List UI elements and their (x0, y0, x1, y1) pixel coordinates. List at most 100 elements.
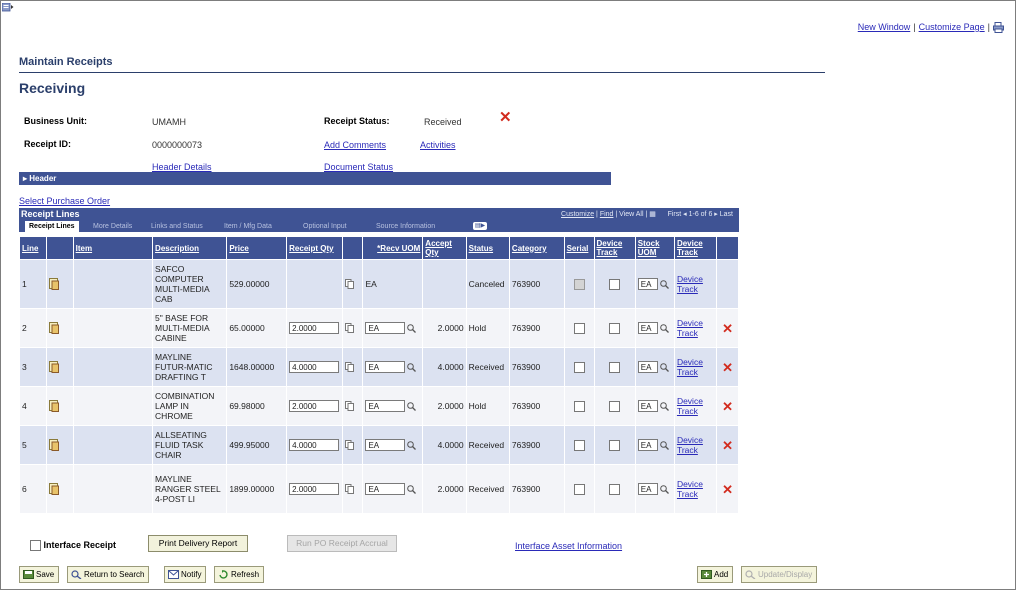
document-icon[interactable] (48, 322, 59, 334)
customize-grid-link[interactable]: Customize (561, 211, 594, 218)
recv-uom-input[interactable]: EA (365, 439, 406, 451)
serial-checkbox[interactable] (573, 322, 585, 334)
receipt-qty-input[interactable]: 2.0000 (289, 483, 340, 495)
print-delivery-report-button[interactable]: Print Delivery Report (148, 535, 248, 552)
serial-checkbox[interactable] (573, 439, 585, 451)
device-track-link[interactable]: Device Track (677, 479, 703, 499)
col-serial[interactable]: Serial (563, 236, 595, 260)
serial-checkbox[interactable] (573, 400, 585, 412)
refresh-button[interactable]: Refresh (214, 566, 265, 583)
copy-icon[interactable] (344, 401, 354, 412)
copy-icon[interactable] (344, 279, 354, 290)
add-comments-link[interactable]: Add Comments (324, 140, 386, 150)
next-icon[interactable]: ▸ (714, 211, 718, 218)
stock-uom-input[interactable]: EA (637, 278, 658, 290)
receipt-qty-input[interactable]: 4.0000 (289, 439, 340, 451)
tab-optional-input[interactable]: Optional Input (299, 221, 351, 232)
document-status-link[interactable]: Document Status (324, 162, 393, 172)
copy-icon[interactable] (344, 440, 354, 451)
recv-uom-lookup-icon[interactable] (405, 361, 417, 372)
receipt-qty-input[interactable]: 4.0000 (289, 361, 340, 373)
col-item[interactable]: Item (72, 236, 154, 260)
device-track-link[interactable]: Device Track (677, 318, 703, 338)
device-track-link[interactable]: Device Track (677, 435, 703, 455)
run-po-receipt-accrual-button[interactable]: Run PO Receipt Accrual (287, 535, 397, 552)
stock-uom-lookup-icon[interactable] (658, 483, 669, 494)
device-track-checkbox[interactable] (609, 439, 621, 451)
delete-row-icon[interactable]: ✕ (722, 321, 733, 336)
save-button[interactable]: Save (19, 566, 60, 583)
device-track-link[interactable]: Device Track (677, 274, 703, 294)
col-recv-uom[interactable]: *Recv UOM (362, 236, 424, 260)
tab-more-details[interactable]: More Details (89, 221, 136, 232)
recv-uom-lookup-icon[interactable] (405, 439, 417, 450)
device-track-checkbox[interactable] (609, 361, 621, 373)
view-all-link[interactable]: View All (619, 211, 643, 218)
delete-row-icon[interactable]: ✕ (722, 482, 733, 497)
col-stock-uom[interactable]: Stock UOM (634, 236, 675, 260)
recv-uom-lookup-icon[interactable] (405, 322, 417, 333)
menu-toggle-icon[interactable] (2, 3, 14, 12)
delete-row-icon[interactable]: ✕ (722, 438, 733, 453)
stock-uom-input[interactable]: EA (637, 400, 658, 412)
header-section-bar[interactable]: ▸ Header (19, 172, 611, 185)
select-purchase-order-link[interactable]: Select Purchase Order (19, 196, 110, 206)
stock-uom-input[interactable]: EA (637, 439, 658, 451)
find-link[interactable]: Find (600, 211, 614, 218)
stock-uom-input[interactable]: EA (637, 322, 658, 334)
document-icon[interactable] (48, 278, 59, 290)
recv-uom-input[interactable]: EA (365, 400, 406, 412)
stock-uom-lookup-icon[interactable] (658, 278, 669, 289)
device-track-checkbox[interactable] (609, 483, 621, 495)
recv-uom-input[interactable]: EA (365, 322, 406, 334)
update-display-button[interactable]: Update/Display (741, 566, 818, 583)
print-icon[interactable] (993, 22, 1004, 34)
recv-uom-input[interactable]: EA (365, 483, 406, 495)
col-price[interactable]: Price (226, 236, 288, 260)
activities-link[interactable]: Activities (420, 140, 456, 150)
recv-uom-lookup-icon[interactable] (405, 483, 417, 494)
delete-row-icon[interactable]: ✕ (722, 399, 733, 414)
tab-receipt-lines[interactable]: Receipt Lines (25, 221, 79, 232)
col-status[interactable]: Status (465, 236, 510, 260)
add-button[interactable]: Add (697, 566, 734, 583)
tab-item-mfg-data[interactable]: Item / Mfg Data (220, 221, 276, 232)
header-details-link[interactable]: Header Details (152, 162, 212, 172)
download-icon[interactable]: ▦ (649, 211, 656, 218)
receipt-qty-input[interactable]: 2.0000 (289, 400, 340, 412)
document-icon[interactable] (48, 400, 59, 412)
tab-links-and-status[interactable]: Links and Status (147, 221, 207, 232)
cancel-receipt-icon[interactable]: ✕ (499, 110, 512, 125)
stock-uom-lookup-icon[interactable] (658, 400, 669, 411)
new-window-link[interactable]: New Window (858, 22, 911, 32)
stock-uom-input[interactable]: EA (637, 483, 658, 495)
col-device-track[interactable]: Device Track (593, 236, 636, 260)
col-line[interactable]: Line (19, 236, 47, 260)
device-track-link[interactable]: Device Track (677, 357, 703, 377)
device-track-checkbox[interactable] (609, 322, 621, 334)
customize-page-link[interactable]: Customize Page (919, 22, 985, 32)
copy-icon[interactable] (344, 362, 354, 373)
recv-uom-input[interactable]: EA (365, 361, 406, 373)
return-to-search-button[interactable]: Return to Search (67, 566, 150, 583)
interface-receipt-checkbox[interactable] (30, 540, 41, 552)
stock-uom-lookup-icon[interactable] (658, 361, 669, 372)
device-track-link[interactable]: Device Track (677, 396, 703, 416)
tab-source-information[interactable]: Source Information (372, 221, 439, 232)
recv-uom-lookup-icon[interactable] (405, 400, 417, 411)
receipt-qty-input[interactable]: 2.0000 (289, 322, 340, 334)
notify-button[interactable]: Notify (164, 566, 207, 583)
copy-icon[interactable] (344, 484, 354, 495)
col-category[interactable]: Category (508, 236, 565, 260)
document-icon[interactable] (48, 439, 59, 451)
document-icon[interactable] (48, 361, 59, 373)
show-all-columns-icon[interactable]: ▤▶ (473, 222, 487, 230)
stock-uom-input[interactable]: EA (637, 361, 658, 373)
col-receipt-qty[interactable]: Receipt Qty (286, 236, 343, 260)
stock-uom-lookup-icon[interactable] (658, 322, 669, 333)
stock-uom-lookup-icon[interactable] (658, 439, 669, 450)
prev-icon[interactable]: ◂ (683, 211, 687, 218)
col-device-track-link[interactable]: Device Track (673, 236, 718, 260)
serial-checkbox[interactable] (573, 278, 585, 290)
copy-icon[interactable] (344, 323, 354, 334)
